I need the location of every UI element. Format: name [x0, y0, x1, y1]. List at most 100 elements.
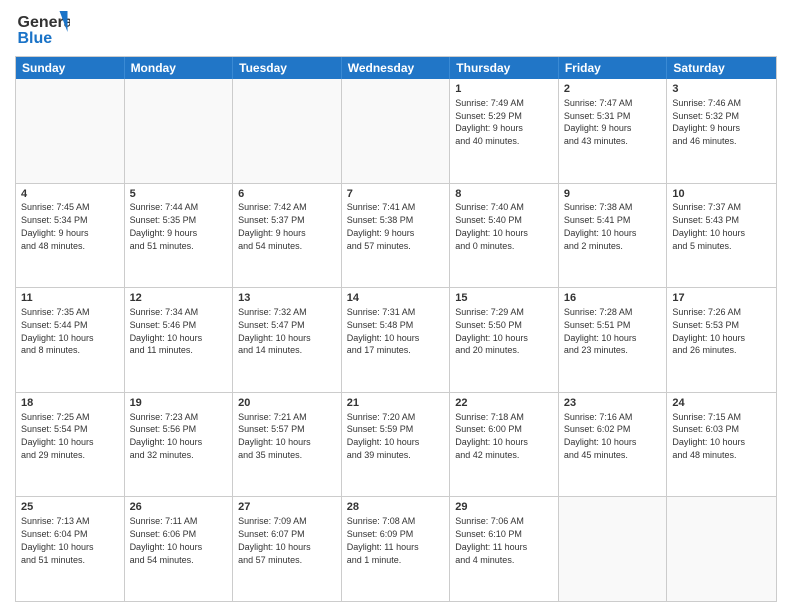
- day-info: Sunrise: 7:32 AM Sunset: 5:47 PM Dayligh…: [238, 307, 311, 355]
- day-number: 18: [21, 396, 119, 411]
- calendar-day-16: 16Sunrise: 7:28 AM Sunset: 5:51 PM Dayli…: [559, 288, 668, 392]
- day-info: Sunrise: 7:40 AM Sunset: 5:40 PM Dayligh…: [455, 202, 528, 250]
- weekday-header: Thursday: [450, 57, 559, 79]
- page: GeneralBlue SundayMondayTuesdayWednesday…: [0, 0, 792, 612]
- day-number: 11: [21, 291, 119, 306]
- svg-text:Blue: Blue: [18, 30, 53, 47]
- calendar-day-13: 13Sunrise: 7:32 AM Sunset: 5:47 PM Dayli…: [233, 288, 342, 392]
- day-number: 27: [238, 500, 336, 515]
- calendar-empty-cell: [559, 497, 668, 601]
- calendar-day-25: 25Sunrise: 7:13 AM Sunset: 6:04 PM Dayli…: [16, 497, 125, 601]
- calendar-day-21: 21Sunrise: 7:20 AM Sunset: 5:59 PM Dayli…: [342, 393, 451, 497]
- calendar-row: 18Sunrise: 7:25 AM Sunset: 5:54 PM Dayli…: [16, 392, 776, 497]
- header: GeneralBlue: [15, 10, 777, 50]
- day-info: Sunrise: 7:34 AM Sunset: 5:46 PM Dayligh…: [130, 307, 203, 355]
- day-number: 4: [21, 187, 119, 202]
- day-info: Sunrise: 7:37 AM Sunset: 5:43 PM Dayligh…: [672, 202, 745, 250]
- day-info: Sunrise: 7:16 AM Sunset: 6:02 PM Dayligh…: [564, 412, 637, 460]
- calendar-day-24: 24Sunrise: 7:15 AM Sunset: 6:03 PM Dayli…: [667, 393, 776, 497]
- day-number: 5: [130, 187, 228, 202]
- calendar-row: 25Sunrise: 7:13 AM Sunset: 6:04 PM Dayli…: [16, 496, 776, 601]
- calendar-day-18: 18Sunrise: 7:25 AM Sunset: 5:54 PM Dayli…: [16, 393, 125, 497]
- calendar-day-7: 7Sunrise: 7:41 AM Sunset: 5:38 PM Daylig…: [342, 184, 451, 288]
- day-info: Sunrise: 7:41 AM Sunset: 5:38 PM Dayligh…: [347, 202, 416, 250]
- day-number: 1: [455, 82, 553, 97]
- calendar-row: 1Sunrise: 7:49 AM Sunset: 5:29 PM Daylig…: [16, 79, 776, 183]
- day-number: 15: [455, 291, 553, 306]
- day-info: Sunrise: 7:44 AM Sunset: 5:35 PM Dayligh…: [130, 202, 199, 250]
- calendar-day-23: 23Sunrise: 7:16 AM Sunset: 6:02 PM Dayli…: [559, 393, 668, 497]
- calendar-day-29: 29Sunrise: 7:06 AM Sunset: 6:10 PM Dayli…: [450, 497, 559, 601]
- day-number: 2: [564, 82, 662, 97]
- weekday-header: Sunday: [16, 57, 125, 79]
- calendar-day-8: 8Sunrise: 7:40 AM Sunset: 5:40 PM Daylig…: [450, 184, 559, 288]
- day-info: Sunrise: 7:25 AM Sunset: 5:54 PM Dayligh…: [21, 412, 94, 460]
- calendar-empty-cell: [16, 79, 125, 183]
- day-number: 26: [130, 500, 228, 515]
- calendar-row: 11Sunrise: 7:35 AM Sunset: 5:44 PM Dayli…: [16, 287, 776, 392]
- calendar-day-12: 12Sunrise: 7:34 AM Sunset: 5:46 PM Dayli…: [125, 288, 234, 392]
- day-info: Sunrise: 7:28 AM Sunset: 5:51 PM Dayligh…: [564, 307, 637, 355]
- day-info: Sunrise: 7:15 AM Sunset: 6:03 PM Dayligh…: [672, 412, 745, 460]
- day-info: Sunrise: 7:11 AM Sunset: 6:06 PM Dayligh…: [130, 516, 203, 564]
- logo: GeneralBlue: [15, 10, 70, 50]
- calendar-day-26: 26Sunrise: 7:11 AM Sunset: 6:06 PM Dayli…: [125, 497, 234, 601]
- day-number: 29: [455, 500, 553, 515]
- day-info: Sunrise: 7:38 AM Sunset: 5:41 PM Dayligh…: [564, 202, 637, 250]
- calendar-day-3: 3Sunrise: 7:46 AM Sunset: 5:32 PM Daylig…: [667, 79, 776, 183]
- calendar: SundayMondayTuesdayWednesdayThursdayFrid…: [15, 56, 777, 602]
- day-info: Sunrise: 7:26 AM Sunset: 5:53 PM Dayligh…: [672, 307, 745, 355]
- calendar-day-2: 2Sunrise: 7:47 AM Sunset: 5:31 PM Daylig…: [559, 79, 668, 183]
- weekday-header: Saturday: [667, 57, 776, 79]
- calendar-empty-cell: [233, 79, 342, 183]
- calendar-day-11: 11Sunrise: 7:35 AM Sunset: 5:44 PM Dayli…: [16, 288, 125, 392]
- calendar-day-27: 27Sunrise: 7:09 AM Sunset: 6:07 PM Dayli…: [233, 497, 342, 601]
- calendar-empty-cell: [125, 79, 234, 183]
- day-info: Sunrise: 7:23 AM Sunset: 5:56 PM Dayligh…: [130, 412, 203, 460]
- day-number: 16: [564, 291, 662, 306]
- day-info: Sunrise: 7:46 AM Sunset: 5:32 PM Dayligh…: [672, 98, 741, 146]
- calendar-day-5: 5Sunrise: 7:44 AM Sunset: 5:35 PM Daylig…: [125, 184, 234, 288]
- weekday-header: Friday: [559, 57, 668, 79]
- day-info: Sunrise: 7:29 AM Sunset: 5:50 PM Dayligh…: [455, 307, 528, 355]
- calendar-day-22: 22Sunrise: 7:18 AM Sunset: 6:00 PM Dayli…: [450, 393, 559, 497]
- day-info: Sunrise: 7:21 AM Sunset: 5:57 PM Dayligh…: [238, 412, 311, 460]
- calendar-row: 4Sunrise: 7:45 AM Sunset: 5:34 PM Daylig…: [16, 183, 776, 288]
- weekday-header: Monday: [125, 57, 234, 79]
- day-info: Sunrise: 7:35 AM Sunset: 5:44 PM Dayligh…: [21, 307, 94, 355]
- weekday-header: Tuesday: [233, 57, 342, 79]
- day-info: Sunrise: 7:42 AM Sunset: 5:37 PM Dayligh…: [238, 202, 307, 250]
- day-number: 13: [238, 291, 336, 306]
- calendar-day-6: 6Sunrise: 7:42 AM Sunset: 5:37 PM Daylig…: [233, 184, 342, 288]
- calendar-day-17: 17Sunrise: 7:26 AM Sunset: 5:53 PM Dayli…: [667, 288, 776, 392]
- day-info: Sunrise: 7:47 AM Sunset: 5:31 PM Dayligh…: [564, 98, 633, 146]
- calendar-body: 1Sunrise: 7:49 AM Sunset: 5:29 PM Daylig…: [16, 79, 776, 601]
- day-number: 6: [238, 187, 336, 202]
- day-number: 9: [564, 187, 662, 202]
- day-number: 8: [455, 187, 553, 202]
- day-number: 7: [347, 187, 445, 202]
- day-info: Sunrise: 7:06 AM Sunset: 6:10 PM Dayligh…: [455, 516, 527, 564]
- day-info: Sunrise: 7:20 AM Sunset: 5:59 PM Dayligh…: [347, 412, 420, 460]
- day-number: 23: [564, 396, 662, 411]
- day-number: 10: [672, 187, 771, 202]
- day-number: 17: [672, 291, 771, 306]
- calendar-day-19: 19Sunrise: 7:23 AM Sunset: 5:56 PM Dayli…: [125, 393, 234, 497]
- calendar-day-15: 15Sunrise: 7:29 AM Sunset: 5:50 PM Dayli…: [450, 288, 559, 392]
- day-number: 12: [130, 291, 228, 306]
- calendar-day-9: 9Sunrise: 7:38 AM Sunset: 5:41 PM Daylig…: [559, 184, 668, 288]
- day-info: Sunrise: 7:31 AM Sunset: 5:48 PM Dayligh…: [347, 307, 420, 355]
- calendar-day-4: 4Sunrise: 7:45 AM Sunset: 5:34 PM Daylig…: [16, 184, 125, 288]
- day-number: 22: [455, 396, 553, 411]
- calendar-empty-cell: [342, 79, 451, 183]
- calendar-day-20: 20Sunrise: 7:21 AM Sunset: 5:57 PM Dayli…: [233, 393, 342, 497]
- day-info: Sunrise: 7:09 AM Sunset: 6:07 PM Dayligh…: [238, 516, 311, 564]
- calendar-day-1: 1Sunrise: 7:49 AM Sunset: 5:29 PM Daylig…: [450, 79, 559, 183]
- day-info: Sunrise: 7:49 AM Sunset: 5:29 PM Dayligh…: [455, 98, 524, 146]
- day-number: 3: [672, 82, 771, 97]
- calendar-day-14: 14Sunrise: 7:31 AM Sunset: 5:48 PM Dayli…: [342, 288, 451, 392]
- weekday-header: Wednesday: [342, 57, 451, 79]
- calendar-day-28: 28Sunrise: 7:08 AM Sunset: 6:09 PM Dayli…: [342, 497, 451, 601]
- logo-svg: GeneralBlue: [15, 10, 70, 50]
- day-info: Sunrise: 7:18 AM Sunset: 6:00 PM Dayligh…: [455, 412, 528, 460]
